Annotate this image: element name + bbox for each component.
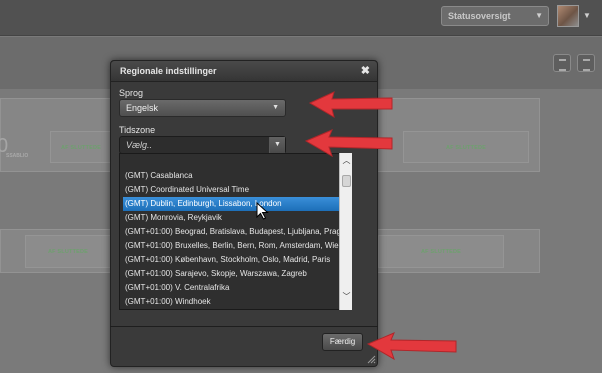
list-item[interactable]: (GMT+01:00) København, Stockholm, Oslo, … bbox=[123, 253, 339, 267]
list-item-selected[interactable]: (GMT) Dublin, Edinburgh, Lissabon, Londo… bbox=[123, 197, 339, 211]
list-item[interactable]: (GMT) Monrovia, Reykjavik bbox=[123, 211, 339, 225]
chevron-down-icon[interactable]: ﹀ bbox=[341, 291, 352, 302]
timezone-select[interactable]: Vælg.. ▼ bbox=[119, 136, 286, 154]
dropdown-toggle[interactable]: ▼ bbox=[269, 137, 285, 153]
chevron-down-icon: ▼ bbox=[535, 11, 543, 20]
dialog-footer-divider bbox=[110, 326, 378, 327]
list-item[interactable]: (GMT+01:00) Windhoek bbox=[123, 295, 339, 309]
list-view-icon[interactable] bbox=[553, 54, 571, 72]
annotation-arrow-icon bbox=[304, 129, 393, 158]
list-item[interactable]: (GMT) Coordinated Universal Time bbox=[123, 183, 339, 197]
language-label: Sprog bbox=[119, 88, 144, 98]
chevron-down-icon: ▼ bbox=[272, 104, 279, 111]
card-sub-label: SSABLIO bbox=[6, 153, 29, 159]
list-item[interactable]: (GMT) Casablanca bbox=[123, 169, 339, 183]
list-item[interactable]: (GMT+01:00) V. Centralafrika bbox=[123, 281, 339, 295]
language-select-value: Engelsk bbox=[126, 103, 159, 113]
timezone-label: Tidszone bbox=[119, 125, 156, 135]
list-item[interactable]: (GMT+01:00) Sarajevo, Skopje, Warszawa, … bbox=[123, 267, 339, 281]
status-card: AF SLUTTEDE bbox=[403, 131, 529, 163]
status-view-select-value: Statusoversigt bbox=[448, 11, 511, 21]
dialog-title: Regionale indstillinger bbox=[120, 66, 217, 76]
timezone-select-placeholder: Vælg.. bbox=[126, 140, 153, 150]
chevron-down-icon: ▼ bbox=[274, 141, 281, 148]
status-card: AF SLUTTEDE bbox=[378, 235, 504, 268]
close-icon[interactable]: ✖ bbox=[361, 64, 370, 77]
chevron-down-icon[interactable]: ▼ bbox=[583, 11, 591, 20]
mouse-cursor-icon bbox=[256, 202, 269, 220]
status-card: AF SLUTTEDE bbox=[50, 131, 112, 163]
annotation-arrow-icon bbox=[366, 332, 457, 361]
dialog-header: Regionale indstillinger ✖ bbox=[111, 61, 377, 82]
status-card: AF SLUTTEDE bbox=[25, 235, 111, 268]
annotation-arrow-icon bbox=[308, 91, 393, 119]
avatar[interactable] bbox=[557, 5, 579, 27]
list-item[interactable]: (GMT+01:00) Bruxelles, Berlin, Bern, Rom… bbox=[123, 239, 339, 253]
menu-icon[interactable] bbox=[577, 54, 595, 72]
list-item[interactable]: (GMT+01:00) Beograd, Bratislava, Budapes… bbox=[123, 225, 339, 239]
language-select[interactable]: Engelsk ▼ bbox=[119, 99, 286, 117]
status-view-select[interactable]: Statusoversigt ▼ bbox=[441, 6, 549, 26]
dropdown-scrollbar[interactable]: ︿ ﹀ bbox=[339, 153, 352, 310]
timezone-options-list[interactable]: (GMT) Casablanca (GMT) Coordinated Unive… bbox=[119, 153, 352, 310]
scrollbar-thumb[interactable] bbox=[342, 175, 351, 187]
done-button[interactable]: Færdig bbox=[322, 333, 363, 351]
